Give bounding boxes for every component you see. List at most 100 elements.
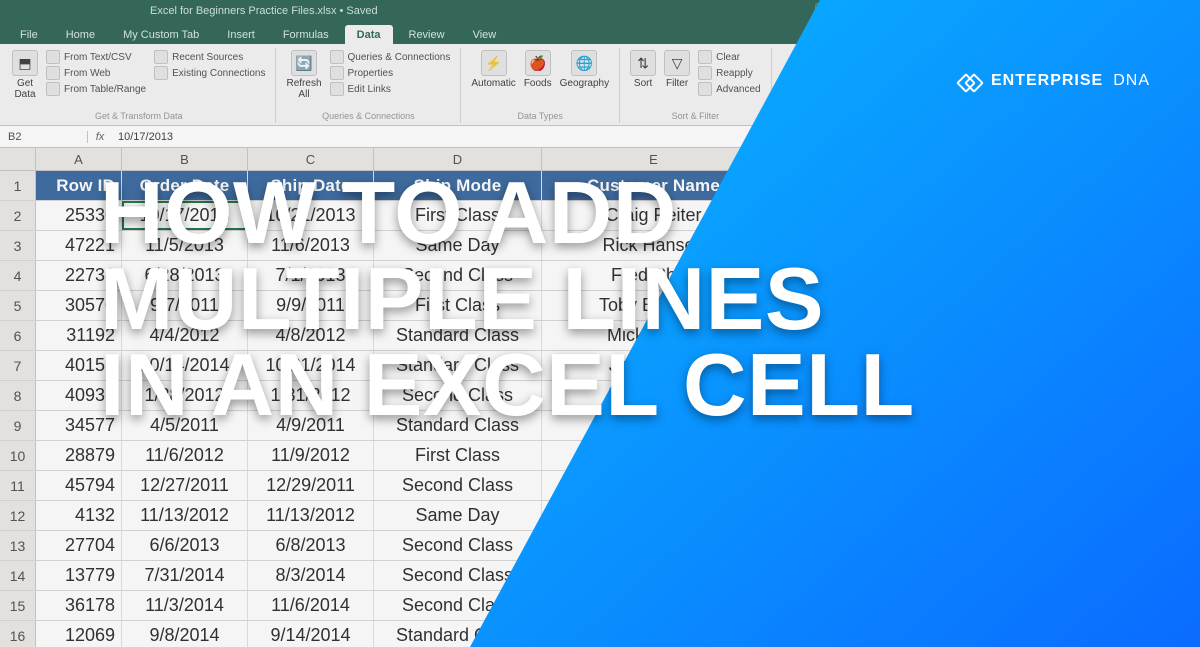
column-header-c[interactable]: C [248, 148, 374, 170]
cell[interactable]: Corporate [766, 411, 1046, 440]
cell[interactable]: Corporate [766, 591, 1046, 620]
cell[interactable]: 4/9/2011 [248, 411, 374, 440]
cell[interactable]: Second Class [374, 561, 542, 590]
cell[interactable]: Standard Class [374, 351, 542, 380]
cell[interactable]: 10/21/2014 [248, 351, 374, 380]
advanced-filter-button[interactable]: Advanced [698, 82, 760, 96]
row-header[interactable]: 9 [0, 411, 36, 440]
tab-insert[interactable]: Insert [215, 25, 267, 44]
cell[interactable]: 31192 [36, 321, 122, 350]
cell[interactable]: Consumer [766, 261, 1046, 290]
row-header[interactable]: 6 [0, 321, 36, 350]
cell[interactable]: Consumer [766, 531, 1046, 560]
cell[interactable]: Consumer [766, 231, 1046, 260]
cell[interactable]: Patrick Jones [542, 621, 766, 647]
cell[interactable]: Consumer [766, 381, 1046, 410]
cell[interactable]: 9/9/2011 [248, 291, 374, 320]
cell[interactable]: 30570 [36, 291, 122, 320]
row-header[interactable]: 12 [0, 501, 36, 530]
cell[interactable]: 10/14/2014 [122, 351, 248, 380]
cell[interactable]: Corporate [766, 441, 1046, 470]
existing-connections-button[interactable]: Existing Connections [154, 66, 265, 80]
cell[interactable]: 4/8/2012 [248, 321, 374, 350]
cell[interactable]: First Class [374, 201, 542, 230]
cell[interactable]: Second Class [374, 531, 542, 560]
cell[interactable]: 9/7/2011 [122, 291, 248, 320]
cell[interactable]: 34577 [36, 411, 122, 440]
cell[interactable]: 4132 [36, 501, 122, 530]
cell[interactable]: 9/8/2014 [122, 621, 248, 647]
get-data-button[interactable]: ⬒ Get Data [12, 50, 38, 100]
cell[interactable]: 11/13/2012 [248, 501, 374, 530]
tab-file[interactable]: File [8, 25, 50, 44]
reapply-button[interactable]: Reapply [698, 66, 760, 80]
sort-button[interactable]: ⇅Sort [630, 50, 656, 89]
from-table-range-button[interactable]: From Table/Range [46, 82, 146, 96]
column-header-a[interactable]: A [36, 148, 122, 170]
cell[interactable]: Corporate [766, 621, 1046, 647]
cell[interactable]: Toby Braunell [542, 291, 766, 320]
cell[interactable]: 1/28/2012 [122, 381, 248, 410]
cell[interactable]: Consumer [766, 471, 1046, 500]
cell[interactable]: 6/28/2013 [122, 261, 248, 290]
cell[interactable]: 13779 [36, 561, 122, 590]
cell[interactable]: 4/5/2011 [122, 411, 248, 440]
cell[interactable]: Standard Class [374, 411, 542, 440]
edit-links-button[interactable]: Edit Links [330, 82, 451, 96]
cell[interactable]: 22732 [36, 261, 122, 290]
refresh-all-button[interactable]: 🔄 Refresh All [286, 50, 321, 100]
cell[interactable]: 11/3/2014 [122, 591, 248, 620]
cell[interactable]: Corporate [766, 351, 1046, 380]
clear-filter-button[interactable]: Clear [698, 50, 760, 64]
cell[interactable]: Joseph Holt [542, 381, 766, 410]
select-all-corner[interactable] [0, 148, 36, 170]
from-web-button[interactable]: From Web [46, 66, 146, 80]
cell[interactable]: 11/6/2014 [248, 591, 374, 620]
cell[interactable]: Jane Waco [542, 351, 766, 380]
cell[interactable]: Customer Name [542, 171, 766, 200]
tab-data[interactable]: Data [345, 25, 393, 44]
cell[interactable]: 12069 [36, 621, 122, 647]
row-header[interactable]: 11 [0, 471, 36, 500]
cell[interactable]: Mick Brown [542, 321, 766, 350]
column-header-d[interactable]: D [374, 148, 542, 170]
cell[interactable]: 8/3/2014 [248, 561, 374, 590]
cell[interactable]: 12/27/2011 [122, 471, 248, 500]
row-header[interactable]: 15 [0, 591, 36, 620]
tab-home[interactable]: Home [54, 25, 107, 44]
cell[interactable]: Home Office [766, 501, 1046, 530]
cell[interactable]: First Class [374, 291, 542, 320]
cell[interactable]: 27704 [36, 531, 122, 560]
cell[interactable]: Order Date [122, 171, 248, 200]
text-to-columns-button[interactable]: ≣Text to Columns [782, 50, 828, 100]
tab-view[interactable]: View [461, 25, 509, 44]
row-header[interactable]: 7 [0, 351, 36, 380]
cell[interactable]: Second Class [374, 381, 542, 410]
cell[interactable]: Consumer [766, 321, 1046, 350]
tab-my-custom-tab[interactable]: My Custom Tab [111, 25, 211, 44]
cell[interactable]: Second Class [374, 591, 542, 620]
cell[interactable]: Corporate [766, 561, 1046, 590]
cell[interactable]: 11/6/2012 [122, 441, 248, 470]
cell[interactable]: Peter Fuller [542, 531, 766, 560]
cell[interactable]: Consumer [766, 291, 1046, 320]
filter-button[interactable]: ▽Filter [664, 50, 690, 89]
name-box[interactable]: B2 [0, 131, 88, 143]
cell[interactable]: Ship Date [248, 171, 374, 200]
cell[interactable]: Thomas Boland [542, 591, 766, 620]
cell[interactable]: 6/6/2013 [122, 531, 248, 560]
cell[interactable]: Second Class [374, 261, 542, 290]
cell[interactable]: 40936 [36, 381, 122, 410]
cell[interactable]: 7/31/2014 [122, 561, 248, 590]
cell[interactable]: 9/14/2014 [248, 621, 374, 647]
recent-sources-button[interactable]: Recent Sources [154, 50, 265, 64]
cell[interactable]: 28879 [36, 441, 122, 470]
row-header[interactable]: 3 [0, 231, 36, 260]
row-header[interactable]: 4 [0, 261, 36, 290]
cell[interactable]: Vicky Freyman [542, 501, 766, 530]
cell[interactable]: 7/1/2013 [248, 261, 374, 290]
geography-data-type-button[interactable]: 🌐Geography [560, 50, 609, 89]
tab-review[interactable]: Review [397, 25, 457, 44]
automatic-data-type-button[interactable]: ⚡Automatic [471, 50, 515, 89]
cell[interactable]: 12/29/2011 [248, 471, 374, 500]
